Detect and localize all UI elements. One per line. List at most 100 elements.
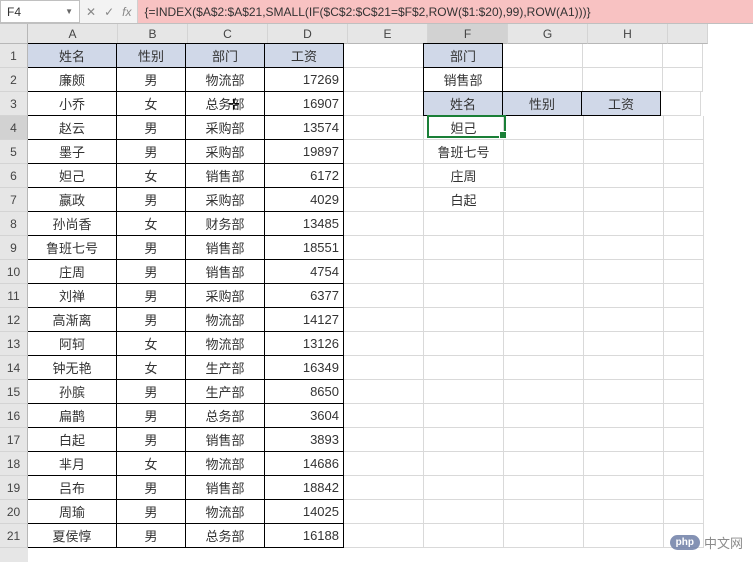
cell-I2[interactable] <box>663 68 703 92</box>
cell-I18[interactable] <box>664 452 704 476</box>
cell-I5[interactable] <box>664 140 704 164</box>
cell-H3[interactable]: 工资 <box>581 91 661 116</box>
cell-A16[interactable]: 扁鹊 <box>28 403 117 428</box>
cell-I20[interactable] <box>664 500 704 524</box>
cell-D21[interactable]: 16188 <box>264 523 344 548</box>
cell-B15[interactable]: 男 <box>116 379 186 404</box>
cell-D16[interactable]: 3604 <box>264 403 344 428</box>
cell-D1[interactable]: 工资 <box>264 43 344 68</box>
cell-E8[interactable] <box>344 212 424 236</box>
cell-G15[interactable] <box>504 380 584 404</box>
cell-I11[interactable] <box>664 284 704 308</box>
cell-G12[interactable] <box>504 308 584 332</box>
cell-F17[interactable] <box>424 428 504 452</box>
col-header-E[interactable]: E <box>348 24 428 44</box>
cell-F8[interactable] <box>424 212 504 236</box>
col-header-A[interactable]: A <box>28 24 118 44</box>
cell-E11[interactable] <box>344 284 424 308</box>
cell-G8[interactable] <box>504 212 584 236</box>
cell-I4[interactable] <box>664 116 704 140</box>
cell-E9[interactable] <box>344 236 424 260</box>
cell-G16[interactable] <box>504 404 584 428</box>
cell-H21[interactable] <box>584 524 664 548</box>
cell-C6[interactable]: 销售部 <box>185 163 265 188</box>
cell-H8[interactable] <box>584 212 664 236</box>
col-header-G[interactable]: G <box>508 24 588 44</box>
cell-B8[interactable]: 女 <box>116 211 186 236</box>
cell-A3[interactable]: 小乔 <box>28 91 117 116</box>
cell-D8[interactable]: 13485 <box>264 211 344 236</box>
cell-B1[interactable]: 性别 <box>116 43 186 68</box>
formula-input[interactable]: {=INDEX($A$2:$A$21,SMALL(IF($C$2:$C$21=$… <box>138 0 753 23</box>
cell-B3[interactable]: 女 <box>116 91 186 116</box>
cell-E19[interactable] <box>344 476 424 500</box>
cell-A8[interactable]: 孙尚香 <box>28 211 117 236</box>
col-header-D[interactable]: D <box>268 24 348 44</box>
cell-B9[interactable]: 男 <box>116 235 186 260</box>
cell-B21[interactable]: 男 <box>116 523 186 548</box>
cell-D4[interactable]: 13574 <box>264 115 344 140</box>
cell-C14[interactable]: 生产部 <box>185 355 265 380</box>
cell-E3[interactable] <box>344 92 424 116</box>
cell-A13[interactable]: 阿轲 <box>28 331 117 356</box>
row-header-19[interactable]: 19 <box>0 476 28 500</box>
cell-A11[interactable]: 刘禅 <box>28 283 117 308</box>
cell-I15[interactable] <box>664 380 704 404</box>
cell-C10[interactable]: 销售部 <box>185 259 265 284</box>
cell-F12[interactable] <box>424 308 504 332</box>
row-header-9[interactable]: 9 <box>0 236 28 260</box>
cell-I19[interactable] <box>664 476 704 500</box>
cell-A17[interactable]: 白起 <box>28 427 117 452</box>
row-header-3[interactable]: 3 <box>0 92 28 116</box>
cell-G7[interactable] <box>504 188 584 212</box>
row-header-2[interactable]: 2 <box>0 68 28 92</box>
cell-G4[interactable] <box>504 116 584 140</box>
row-header-5[interactable]: 5 <box>0 140 28 164</box>
cell-E10[interactable] <box>344 260 424 284</box>
row-header-13[interactable]: 13 <box>0 332 28 356</box>
cell-B12[interactable]: 男 <box>116 307 186 332</box>
cell-E15[interactable] <box>344 380 424 404</box>
cell-F14[interactable] <box>424 356 504 380</box>
cell-F1[interactable]: 部门 <box>423 43 503 68</box>
cell-C1[interactable]: 部门 <box>185 43 265 68</box>
cell-G10[interactable] <box>504 260 584 284</box>
cell-I8[interactable] <box>664 212 704 236</box>
cell-D5[interactable]: 19897 <box>264 139 344 164</box>
row-header-7[interactable]: 7 <box>0 188 28 212</box>
row-header-8[interactable]: 8 <box>0 212 28 236</box>
cell-G11[interactable] <box>504 284 584 308</box>
cell-C3[interactable]: 总务部 <box>185 91 265 116</box>
cell-E1[interactable] <box>344 44 424 68</box>
cell-G2[interactable] <box>503 68 583 92</box>
col-header-F[interactable]: F <box>428 24 508 44</box>
cell-G18[interactable] <box>504 452 584 476</box>
cell-H10[interactable] <box>584 260 664 284</box>
cell-C9[interactable]: 销售部 <box>185 235 265 260</box>
cell-B6[interactable]: 女 <box>116 163 186 188</box>
cell-D15[interactable]: 8650 <box>264 379 344 404</box>
cell-F19[interactable] <box>424 476 504 500</box>
cell-G1[interactable] <box>503 44 583 68</box>
cell-G19[interactable] <box>504 476 584 500</box>
cell-G9[interactable] <box>504 236 584 260</box>
cell-G3[interactable]: 性别 <box>502 91 582 116</box>
cell-D13[interactable]: 13126 <box>264 331 344 356</box>
cell-B19[interactable]: 男 <box>116 475 186 500</box>
cell-I12[interactable] <box>664 308 704 332</box>
cell-A20[interactable]: 周瑜 <box>28 499 117 524</box>
cell-F21[interactable] <box>424 524 504 548</box>
cell-D10[interactable]: 4754 <box>264 259 344 284</box>
cell-C2[interactable]: 物流部 <box>185 67 265 92</box>
row-header-21[interactable]: 21 <box>0 524 28 548</box>
cell-E14[interactable] <box>344 356 424 380</box>
cell-D2[interactable]: 17269 <box>264 67 344 92</box>
cell-F5[interactable]: 鲁班七号 <box>424 140 504 164</box>
cell-D17[interactable]: 3893 <box>264 427 344 452</box>
cell-I17[interactable] <box>664 428 704 452</box>
cell-E4[interactable] <box>344 116 424 140</box>
row-header-14[interactable]: 14 <box>0 356 28 380</box>
cell-I10[interactable] <box>664 260 704 284</box>
cell-I9[interactable] <box>664 236 704 260</box>
cell-F11[interactable] <box>424 284 504 308</box>
